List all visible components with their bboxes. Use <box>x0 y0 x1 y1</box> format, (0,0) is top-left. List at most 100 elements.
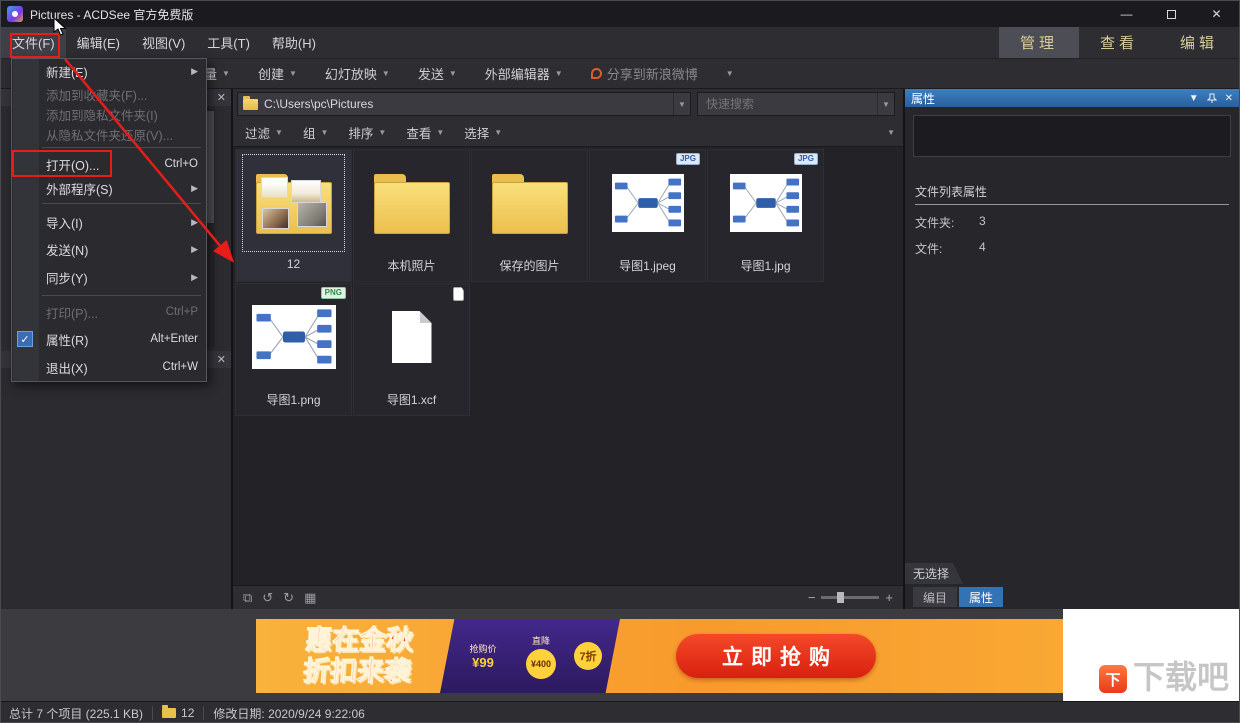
mode-tabs: 管理 查看 编辑 <box>999 27 1239 58</box>
menu-help[interactable]: 帮助(H) <box>261 27 327 58</box>
menu-view[interactable]: 视图(V) <box>131 27 196 58</box>
file-tile-folder[interactable]: 保存的图片 <box>471 149 588 282</box>
menu-item-exit[interactable]: 退出(X)Ctrl+W <box>12 353 206 381</box>
zoom-slider[interactable] <box>821 596 879 599</box>
ad-banner[interactable]: 惠在金秋 折扣来袭 抢购价 ¥99 直降 ¥400 7折 立即抢购 <box>256 619 1063 693</box>
maximize-button[interactable] <box>1149 1 1194 27</box>
menu-item-restore-private[interactable]: 从隐私文件夹还原(V)... <box>12 125 206 145</box>
file-name: 导图1.png <box>266 391 320 408</box>
filter-button[interactable]: 过滤▼ <box>245 123 283 142</box>
menu-item-sync[interactable]: 同步(Y)▶ <box>12 264 206 292</box>
zoom-out-button[interactable]: − <box>808 590 816 605</box>
folder-icon <box>162 708 176 718</box>
toolbar-create[interactable]: 创建▼ <box>258 64 297 83</box>
folders-scrollbar[interactable] <box>206 109 215 347</box>
toolbar-slideshow[interactable]: 幻灯放映▼ <box>325 64 390 83</box>
acdsee-window: Pictures - ACDSee 官方免费版 — ✕ 文件(F) 编辑(E) … <box>0 0 1240 723</box>
close-icon[interactable]: ✕ <box>217 353 226 366</box>
document-icon <box>392 311 432 363</box>
tab-catalog[interactable]: 编目 <box>913 587 957 607</box>
tab-properties[interactable]: 属性 <box>959 587 1003 607</box>
grid-view-icon[interactable]: ▦ <box>304 591 316 604</box>
tab-view[interactable]: 查看 <box>1079 27 1159 58</box>
duplicate-view-icon[interactable]: ⧉ <box>243 591 252 604</box>
menu-item-add-private[interactable]: 添加到隐私文件夹(I) <box>12 105 206 125</box>
deal-card: 抢购价 ¥99 <box>458 642 508 670</box>
pin-icon[interactable] <box>1207 93 1217 103</box>
file-tile-folder-12[interactable]: 12 <box>235 149 352 282</box>
tab-manage[interactable]: 管理 <box>999 27 1079 58</box>
scrollbar-thumb[interactable] <box>207 111 214 223</box>
close-button[interactable]: ✕ <box>1194 1 1239 27</box>
filter-toolbar: 过滤▼ 组▼ 排序▼ 查看▼ 选择▼ ▼ <box>233 119 903 147</box>
menu-edit[interactable]: 编辑(E) <box>66 27 131 58</box>
maximize-icon <box>1167 10 1176 19</box>
property-value: 4 <box>979 240 986 257</box>
file-thumbnail <box>243 155 344 251</box>
chevron-down-icon: ▼ <box>320 128 328 137</box>
close-icon[interactable]: ✕ <box>1225 93 1233 104</box>
file-tile-image[interactable]: JPG 导图1.jpeg <box>589 149 706 282</box>
menu-item-send[interactable]: 发送(N)▶ <box>12 236 206 264</box>
toolbar-send[interactable]: 发送▼ <box>418 64 457 83</box>
file-name: 本机照片 <box>387 257 435 274</box>
deal-card: 直降 ¥400 <box>516 634 566 679</box>
price-circle: ¥400 <box>526 649 556 679</box>
file-tile-image[interactable]: PNG 导图1.png <box>235 283 352 416</box>
search-input[interactable] <box>698 96 877 112</box>
submenu-arrow-icon: ▶ <box>191 272 198 283</box>
file-name: 保存的图片 <box>499 257 559 274</box>
menu-item-properties[interactable]: ✓属性(R)Alt+Enter <box>12 325 206 353</box>
ad-band: 惠在金秋 折扣来袭 抢购价 ¥99 直降 ¥400 7折 立即抢购 下 下载吧 <box>1 609 1239 701</box>
menu-bar: 文件(F) 编辑(E) 视图(V) 工具(T) 帮助(H) 管理 查看 编辑 <box>1 27 1239 59</box>
properties-tabs: 编目 属性 <box>905 587 1239 607</box>
file-tile-folder[interactable]: 本机照片 <box>353 149 470 282</box>
menu-item-print[interactable]: 打印(P)...Ctrl+P <box>12 300 206 326</box>
filter-overflow-chevron-icon[interactable]: ▼ <box>887 128 895 137</box>
select-button[interactable]: 选择▼ <box>464 123 502 142</box>
chevron-down-icon: ▼ <box>494 128 502 137</box>
search-dropdown-button[interactable]: ▼ <box>877 93 894 115</box>
address-row: C:\Users\pc\Pictures ▼ ▼ <box>233 89 903 119</box>
menu-item-add-favorites[interactable]: 添加到收藏夹(F)... <box>12 85 206 105</box>
folder-icon <box>492 182 568 234</box>
quick-search-box[interactable]: ▼ <box>697 92 895 116</box>
toolbar-overflow-chevron-icon[interactable]: ▼ <box>726 69 734 78</box>
zoom-control: − + <box>808 590 893 605</box>
jpg-badge: JPG <box>794 153 818 165</box>
watermark-text: 下载吧 <box>1133 661 1229 693</box>
toolbar-external-editor[interactable]: 外部编辑器▼ <box>485 64 563 83</box>
file-thumbnail <box>243 289 344 385</box>
rotate-right-icon[interactable]: ↻ <box>283 591 294 604</box>
submenu-arrow-icon: ▶ <box>191 183 198 194</box>
address-bar[interactable]: C:\Users\pc\Pictures ▼ <box>237 92 691 116</box>
minimize-button[interactable]: — <box>1104 1 1149 27</box>
discount-badge: 7折 <box>574 642 602 670</box>
menu-item-new[interactable]: 新建(E)▶ <box>12 59 206 85</box>
view-button[interactable]: 查看▼ <box>406 123 444 142</box>
chevron-down-icon[interactable]: ▼ <box>1189 93 1199 104</box>
menu-file[interactable]: 文件(F) <box>1 27 66 58</box>
weibo-icon <box>591 68 602 79</box>
ad-cta-button[interactable]: 立即抢购 <box>676 634 876 678</box>
group-button[interactable]: 组▼ <box>303 123 328 142</box>
file-menu-dropdown: 新建(E)▶ 添加到收藏夹(F)... 添加到隐私文件夹(I) 从隐私文件夹还原… <box>11 58 207 382</box>
menu-item-open[interactable]: 打开(O)...Ctrl+O <box>12 152 206 176</box>
file-tile-document[interactable]: 导图1.xcf <box>353 283 470 416</box>
menu-item-external-programs[interactable]: 外部程序(S)▶ <box>12 176 206 200</box>
ad-deal-panel: 抢购价 ¥99 直降 ¥400 7折 <box>440 619 620 693</box>
tab-edit[interactable]: 编辑 <box>1159 27 1239 58</box>
status-modified: 修改日期: 2020/9/24 9:22:06 <box>213 705 364 722</box>
sort-button[interactable]: 排序▼ <box>348 123 386 142</box>
section-title: 文件列表属性 <box>915 183 1229 205</box>
zoom-slider-thumb[interactable] <box>837 592 844 603</box>
png-badge: PNG <box>321 287 346 299</box>
file-tile-image[interactable]: JPG 导图1.jpg <box>707 149 824 282</box>
menu-item-import[interactable]: 导入(I)▶ <box>12 208 206 236</box>
zoom-in-button[interactable]: + <box>885 590 893 605</box>
address-dropdown-button[interactable]: ▼ <box>673 93 690 115</box>
rotate-left-icon[interactable]: ↺ <box>262 591 273 604</box>
close-icon[interactable]: ✕ <box>217 91 226 104</box>
menu-tools[interactable]: 工具(T) <box>196 27 261 58</box>
toolbar-share-weibo[interactable]: 分享到新浪微博 <box>591 64 698 83</box>
